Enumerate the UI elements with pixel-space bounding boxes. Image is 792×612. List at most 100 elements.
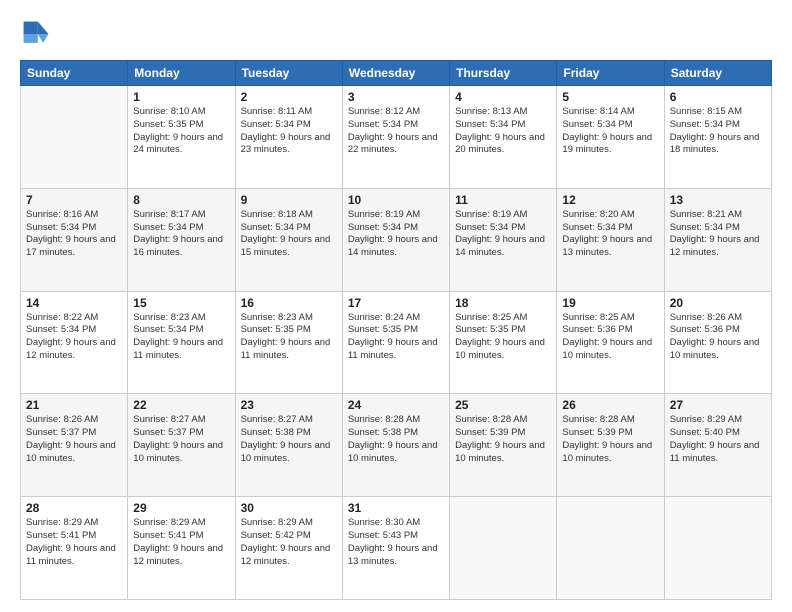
calendar-cell: 11Sunrise: 8:19 AMSunset: 5:34 PMDayligh… bbox=[450, 188, 557, 291]
day-number: 22 bbox=[133, 398, 229, 412]
daylight-line: Daylight: 9 hours and 10 minutes. bbox=[562, 440, 658, 466]
sunrise-line: Sunrise: 8:25 AM bbox=[455, 312, 551, 325]
day-number: 11 bbox=[455, 193, 551, 207]
daylight-line: Daylight: 9 hours and 12 minutes. bbox=[26, 337, 122, 363]
sunrise-line: Sunrise: 8:24 AM bbox=[348, 312, 444, 325]
day-number: 15 bbox=[133, 296, 229, 310]
day-number: 14 bbox=[26, 296, 122, 310]
sunset-line: Sunset: 5:40 PM bbox=[670, 427, 766, 440]
sunset-line: Sunset: 5:37 PM bbox=[133, 427, 229, 440]
logo-icon bbox=[20, 18, 52, 50]
sunset-line: Sunset: 5:34 PM bbox=[26, 324, 122, 337]
sunrise-line: Sunrise: 8:29 AM bbox=[26, 517, 122, 530]
daylight-line: Daylight: 9 hours and 10 minutes. bbox=[133, 440, 229, 466]
weekday-header-friday: Friday bbox=[557, 61, 664, 86]
day-number: 16 bbox=[241, 296, 337, 310]
sunset-line: Sunset: 5:35 PM bbox=[133, 119, 229, 132]
daylight-line: Daylight: 9 hours and 23 minutes. bbox=[241, 132, 337, 158]
daylight-line: Daylight: 9 hours and 14 minutes. bbox=[455, 234, 551, 260]
daylight-line: Daylight: 9 hours and 10 minutes. bbox=[348, 440, 444, 466]
daylight-line: Daylight: 9 hours and 12 minutes. bbox=[133, 543, 229, 569]
daylight-line: Daylight: 9 hours and 10 minutes. bbox=[670, 337, 766, 363]
day-number: 24 bbox=[348, 398, 444, 412]
sunset-line: Sunset: 5:34 PM bbox=[455, 222, 551, 235]
weekday-header-tuesday: Tuesday bbox=[235, 61, 342, 86]
calendar-cell: 12Sunrise: 8:20 AMSunset: 5:34 PMDayligh… bbox=[557, 188, 664, 291]
day-number: 28 bbox=[26, 501, 122, 515]
day-number: 13 bbox=[670, 193, 766, 207]
sunset-line: Sunset: 5:34 PM bbox=[348, 119, 444, 132]
sunrise-line: Sunrise: 8:13 AM bbox=[455, 106, 551, 119]
calendar-cell bbox=[557, 497, 664, 600]
calendar-cell: 24Sunrise: 8:28 AMSunset: 5:38 PMDayligh… bbox=[342, 394, 449, 497]
weekday-header-sunday: Sunday bbox=[21, 61, 128, 86]
sunrise-line: Sunrise: 8:29 AM bbox=[241, 517, 337, 530]
calendar-cell: 8Sunrise: 8:17 AMSunset: 5:34 PMDaylight… bbox=[128, 188, 235, 291]
calendar-cell: 14Sunrise: 8:22 AMSunset: 5:34 PMDayligh… bbox=[21, 291, 128, 394]
daylight-line: Daylight: 9 hours and 10 minutes. bbox=[455, 440, 551, 466]
sunrise-line: Sunrise: 8:23 AM bbox=[241, 312, 337, 325]
sunrise-line: Sunrise: 8:26 AM bbox=[26, 414, 122, 427]
sunrise-line: Sunrise: 8:29 AM bbox=[133, 517, 229, 530]
sunset-line: Sunset: 5:36 PM bbox=[670, 324, 766, 337]
daylight-line: Daylight: 9 hours and 11 minutes. bbox=[670, 440, 766, 466]
day-number: 31 bbox=[348, 501, 444, 515]
daylight-line: Daylight: 9 hours and 22 minutes. bbox=[348, 132, 444, 158]
sunset-line: Sunset: 5:34 PM bbox=[670, 222, 766, 235]
logo bbox=[20, 18, 56, 50]
daylight-line: Daylight: 9 hours and 11 minutes. bbox=[26, 543, 122, 569]
calendar-table: SundayMondayTuesdayWednesdayThursdayFrid… bbox=[20, 60, 772, 600]
sunset-line: Sunset: 5:38 PM bbox=[241, 427, 337, 440]
calendar-cell bbox=[664, 497, 771, 600]
daylight-line: Daylight: 9 hours and 17 minutes. bbox=[26, 234, 122, 260]
day-number: 17 bbox=[348, 296, 444, 310]
sunset-line: Sunset: 5:34 PM bbox=[133, 222, 229, 235]
calendar-header-row: SundayMondayTuesdayWednesdayThursdayFrid… bbox=[21, 61, 772, 86]
day-number: 18 bbox=[455, 296, 551, 310]
sunset-line: Sunset: 5:34 PM bbox=[348, 222, 444, 235]
sunset-line: Sunset: 5:37 PM bbox=[26, 427, 122, 440]
sunrise-line: Sunrise: 8:27 AM bbox=[241, 414, 337, 427]
daylight-line: Daylight: 9 hours and 19 minutes. bbox=[562, 132, 658, 158]
calendar-cell: 13Sunrise: 8:21 AMSunset: 5:34 PMDayligh… bbox=[664, 188, 771, 291]
day-number: 7 bbox=[26, 193, 122, 207]
calendar-cell: 10Sunrise: 8:19 AMSunset: 5:34 PMDayligh… bbox=[342, 188, 449, 291]
sunrise-line: Sunrise: 8:14 AM bbox=[562, 106, 658, 119]
calendar-cell: 7Sunrise: 8:16 AMSunset: 5:34 PMDaylight… bbox=[21, 188, 128, 291]
sunset-line: Sunset: 5:39 PM bbox=[562, 427, 658, 440]
sunset-line: Sunset: 5:36 PM bbox=[562, 324, 658, 337]
daylight-line: Daylight: 9 hours and 20 minutes. bbox=[455, 132, 551, 158]
day-number: 26 bbox=[562, 398, 658, 412]
daylight-line: Daylight: 9 hours and 12 minutes. bbox=[670, 234, 766, 260]
day-number: 23 bbox=[241, 398, 337, 412]
weekday-header-saturday: Saturday bbox=[664, 61, 771, 86]
sunset-line: Sunset: 5:41 PM bbox=[133, 530, 229, 543]
calendar-row: 7Sunrise: 8:16 AMSunset: 5:34 PMDaylight… bbox=[21, 188, 772, 291]
calendar-body: 1Sunrise: 8:10 AMSunset: 5:35 PMDaylight… bbox=[21, 86, 772, 600]
sunset-line: Sunset: 5:38 PM bbox=[348, 427, 444, 440]
calendar-cell: 15Sunrise: 8:23 AMSunset: 5:34 PMDayligh… bbox=[128, 291, 235, 394]
calendar-cell: 16Sunrise: 8:23 AMSunset: 5:35 PMDayligh… bbox=[235, 291, 342, 394]
sunrise-line: Sunrise: 8:15 AM bbox=[670, 106, 766, 119]
sunrise-line: Sunrise: 8:17 AM bbox=[133, 209, 229, 222]
calendar-cell: 19Sunrise: 8:25 AMSunset: 5:36 PMDayligh… bbox=[557, 291, 664, 394]
daylight-line: Daylight: 9 hours and 11 minutes. bbox=[241, 337, 337, 363]
sunrise-line: Sunrise: 8:25 AM bbox=[562, 312, 658, 325]
calendar-cell: 17Sunrise: 8:24 AMSunset: 5:35 PMDayligh… bbox=[342, 291, 449, 394]
daylight-line: Daylight: 9 hours and 13 minutes. bbox=[562, 234, 658, 260]
calendar-row: 28Sunrise: 8:29 AMSunset: 5:41 PMDayligh… bbox=[21, 497, 772, 600]
calendar-row: 21Sunrise: 8:26 AMSunset: 5:37 PMDayligh… bbox=[21, 394, 772, 497]
sunset-line: Sunset: 5:34 PM bbox=[241, 119, 337, 132]
calendar-cell bbox=[450, 497, 557, 600]
calendar-cell: 28Sunrise: 8:29 AMSunset: 5:41 PMDayligh… bbox=[21, 497, 128, 600]
calendar-cell: 5Sunrise: 8:14 AMSunset: 5:34 PMDaylight… bbox=[557, 86, 664, 189]
sunset-line: Sunset: 5:34 PM bbox=[562, 222, 658, 235]
day-number: 6 bbox=[670, 90, 766, 104]
day-number: 20 bbox=[670, 296, 766, 310]
sunset-line: Sunset: 5:34 PM bbox=[455, 119, 551, 132]
daylight-line: Daylight: 9 hours and 18 minutes. bbox=[670, 132, 766, 158]
daylight-line: Daylight: 9 hours and 13 minutes. bbox=[348, 543, 444, 569]
sunrise-line: Sunrise: 8:29 AM bbox=[670, 414, 766, 427]
sunset-line: Sunset: 5:39 PM bbox=[455, 427, 551, 440]
sunrise-line: Sunrise: 8:12 AM bbox=[348, 106, 444, 119]
